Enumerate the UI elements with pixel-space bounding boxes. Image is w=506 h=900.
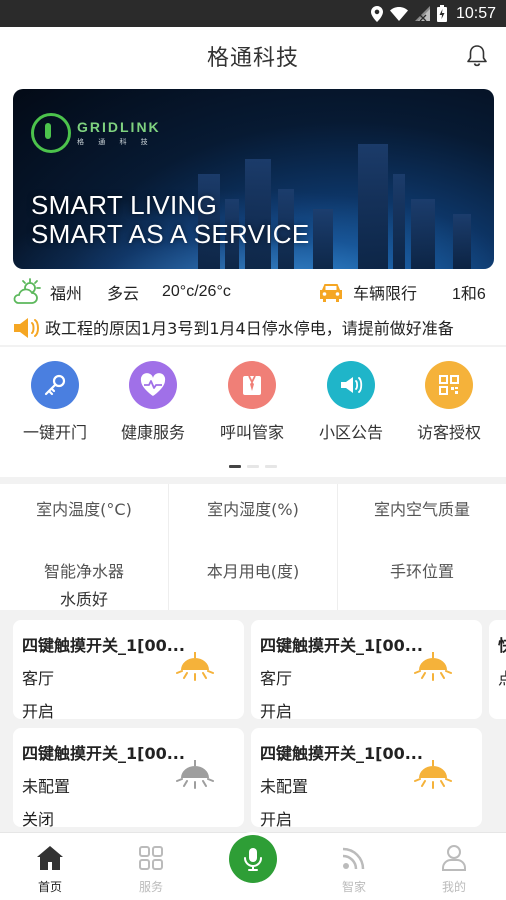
stat-label: 手环位置	[389, 562, 454, 581]
notice-text: 政工程的原因1月3号到1月4日停水停电，请提前做好准备	[45, 319, 454, 338]
stat-label: 室内湿度(%)	[207, 500, 299, 519]
home-icon	[37, 846, 63, 870]
ceiling-lamp-on-icon[interactable]	[176, 650, 214, 686]
device-card[interactable]: 四键触摸开关_1[00... 客厅 开启	[251, 620, 482, 721]
page-title: 格通科技	[206, 46, 299, 71]
status-time: 10:57	[455, 4, 496, 22]
ceiling-lamp-off-icon[interactable]	[176, 758, 214, 794]
quick-action-label: 健康服务	[120, 423, 185, 442]
tab-service[interactable]: 服务	[121, 843, 181, 895]
bottom-tab-bar: 首页 服务 智家 我的	[0, 832, 506, 900]
slogan-line-2: SMART AS A SERVICE	[31, 219, 310, 249]
top-section: GRIDLINK 格 通 科 技 SMART LIVING SMART AS A…	[0, 85, 506, 345]
traffic-restriction-label: 车辆限行	[353, 284, 418, 303]
location-icon	[370, 5, 383, 22]
gridlink-logo-mark	[31, 113, 71, 153]
device-state: 开启	[22, 702, 55, 721]
notice-ticker[interactable]: 政工程的原因1月3号到1月4日停水停电，请提前做好准备	[0, 311, 506, 343]
banner-building	[313, 209, 333, 269]
stat-label: 本月用电(度)	[206, 562, 300, 581]
weather-temperature: 20°c/26°c	[162, 283, 231, 300]
tab-label: 我的	[441, 880, 466, 894]
device-card[interactable]: 四键触摸开关_1[00... 未配置 开启	[251, 728, 482, 829]
stat-indoor-humidity[interactable]: 室内湿度(%)	[169, 496, 337, 559]
carousel-dot	[247, 465, 259, 468]
status-bar: 10:57	[0, 0, 506, 27]
device-card[interactable]: 四键触摸开关_1[00... 未配置 关闭	[13, 728, 244, 829]
rss-signal-icon	[342, 847, 365, 870]
gridlink-logo: GRIDLINK 格 通 科 技	[31, 113, 161, 153]
slogan-line-1: SMART LIVING	[31, 190, 218, 220]
device-state: 开启	[260, 702, 293, 721]
quick-action-label: 访客授权	[416, 423, 481, 442]
voice-assistant-button[interactable]	[229, 835, 277, 883]
banner-building	[358, 144, 388, 269]
grid-icon	[139, 846, 163, 870]
speaker-icon	[14, 318, 39, 338]
tab-label: 智家	[341, 880, 366, 894]
quick-action-one-key-open[interactable]: 一键开门	[6, 361, 104, 443]
tab-mine[interactable]: 我的	[424, 843, 484, 895]
bell-icon[interactable]	[466, 44, 488, 68]
quick-action-call-butler[interactable]: 呼叫管家	[203, 361, 301, 443]
quick-action-label: 呼叫管家	[219, 423, 284, 442]
quick-action-community-notice[interactable]: 小区公告	[302, 361, 400, 443]
key-icon	[31, 361, 79, 409]
battery-icon	[436, 5, 447, 22]
promo-banner[interactable]: GRIDLINK 格 通 科 技 SMART LIVING SMART AS A…	[13, 89, 494, 269]
tab-label: 首页	[37, 880, 62, 894]
stat-label: 室内温度(°C)	[36, 500, 132, 519]
traffic-restriction-numbers: 1和6	[452, 286, 486, 303]
partly-cloudy-icon	[13, 278, 41, 304]
signal-icon	[414, 6, 430, 21]
device-name: 快	[498, 632, 506, 656]
stat-label: 智能净水器	[43, 562, 124, 581]
car-icon	[320, 284, 342, 302]
device-card[interactable]: 快 点	[489, 620, 506, 719]
tab-label: 服务	[138, 880, 163, 894]
user-icon	[442, 845, 466, 871]
home-stats-grid: 室内温度(°C) 室内湿度(%) 室内空气质量 智能净水器 水质好 本月用电(度…	[0, 484, 506, 610]
microphone-icon	[244, 848, 262, 871]
device-cards: 四键触摸开关_1[00... 客厅 开启 四键触摸开关_1[00... 客厅 开…	[0, 612, 506, 832]
weather-condition: 多云	[107, 284, 140, 303]
weather-row: 福州 多云 20°c/26°c 车辆限行 1和6	[0, 275, 506, 309]
quick-action-label: 一键开门	[22, 423, 87, 442]
quick-actions: 一键开门 健康服务 呼叫管家 小区公告 访客授权	[0, 347, 506, 477]
app-header: 格通科技	[0, 27, 506, 85]
tab-smarthome[interactable]: 智家	[324, 843, 384, 895]
wifi-icon	[389, 6, 408, 21]
stat-value: 水质好	[59, 590, 108, 609]
butler-icon	[228, 361, 276, 409]
quick-action-label: 小区公告	[318, 423, 383, 442]
stat-label: 室内空气质量	[373, 500, 470, 519]
tab-home[interactable]: 首页	[20, 843, 80, 895]
device-card[interactable]: 四键触摸开关_1[00... 客厅 开启	[13, 620, 244, 721]
megaphone-icon	[327, 361, 375, 409]
device-state: 开启	[260, 810, 293, 829]
banner-slogan: SMART LIVING SMART AS A SERVICE	[31, 191, 310, 249]
stat-indoor-temperature[interactable]: 室内温度(°C)	[0, 496, 168, 559]
quick-action-health[interactable]: 健康服务	[104, 361, 202, 443]
banner-building	[393, 174, 405, 269]
carousel-indicator	[0, 465, 506, 468]
weather-city: 福州	[50, 284, 83, 303]
carousel-dot	[265, 465, 277, 468]
banner-building	[453, 214, 471, 269]
carousel-dot	[229, 465, 241, 468]
stat-air-quality[interactable]: 室内空气质量	[338, 496, 506, 559]
banner-building	[411, 199, 435, 269]
qr-code-icon	[425, 361, 473, 409]
logo-subtext: 格 通 科 技	[77, 138, 154, 146]
logo-text: GRIDLINK	[77, 119, 161, 135]
heart-pulse-icon	[129, 361, 177, 409]
device-room: 点	[498, 665, 506, 689]
ceiling-lamp-on-icon[interactable]	[414, 650, 452, 686]
quick-action-visitor-auth[interactable]: 访客授权	[400, 361, 498, 443]
ceiling-lamp-on-icon[interactable]	[414, 758, 452, 794]
device-state: 关闭	[22, 810, 55, 829]
